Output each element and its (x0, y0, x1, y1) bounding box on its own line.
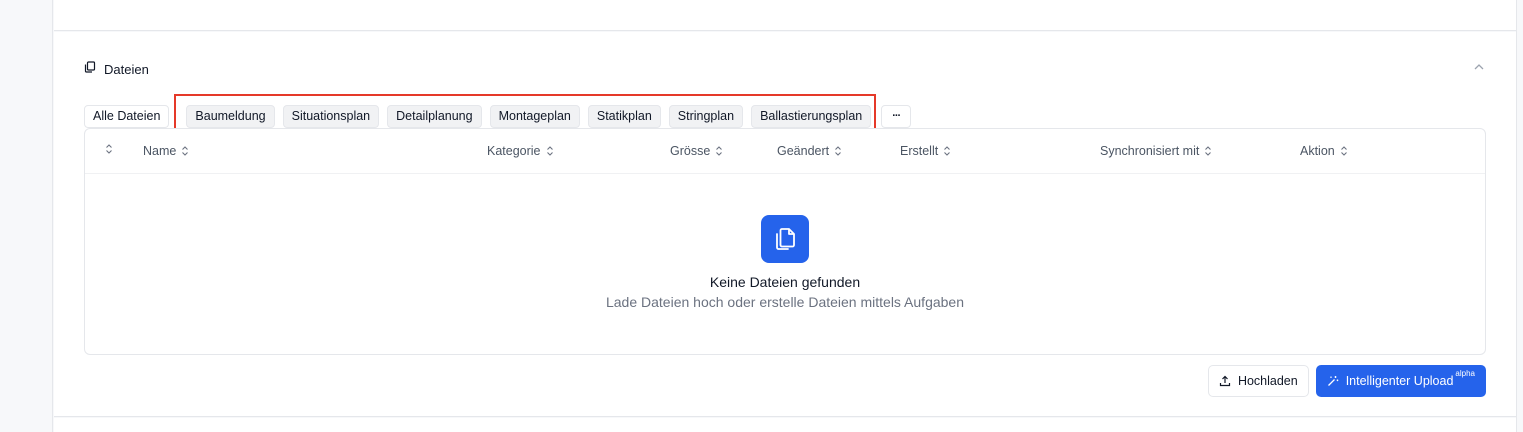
files-icon (84, 60, 96, 78)
left-rail (0, 0, 53, 432)
more-filters-button[interactable]: ··· (881, 105, 912, 128)
select-sort-icon[interactable] (105, 144, 113, 154)
sort-icon (944, 146, 951, 156)
column-header-aktion[interactable]: Aktion (1300, 144, 1348, 158)
upload-icon (1219, 375, 1231, 387)
column-label: Geändert (777, 144, 830, 158)
sort-icon (1205, 146, 1212, 156)
filter-detailplanung[interactable]: Detailplanung (387, 105, 482, 128)
column-label: Erstellt (900, 144, 939, 158)
filter-baumeldung[interactable]: Baumeldung (186, 105, 275, 128)
empty-state: Keine Dateien gefunden Lade Dateien hoch… (85, 215, 1485, 310)
files-section: Dateien Alle Dateien Baumeldung Situatio… (54, 32, 1516, 417)
filter-montageplan[interactable]: Montageplan (489, 105, 580, 128)
column-label: Kategorie (487, 144, 541, 158)
table-header: Name Kategorie Grösse Geändert Erstellt … (85, 129, 1485, 174)
right-rail (1516, 0, 1523, 432)
filter-situationsplan[interactable]: Situationsplan (282, 105, 380, 128)
section-title: Dateien (104, 61, 149, 77)
sort-icon (546, 146, 553, 156)
upload-button[interactable]: Hochladen (1207, 365, 1309, 397)
sort-icon (835, 146, 842, 156)
file-actions: Hochladen Intelligenter Uploadalpha (1207, 365, 1486, 397)
more-icon: ··· (892, 110, 901, 122)
chevron-up-icon[interactable] (1472, 60, 1486, 74)
alpha-badge: alpha (1455, 369, 1475, 379)
empty-files-icon (761, 215, 809, 263)
previous-section-card (54, 0, 1516, 31)
column-header-name[interactable]: Name (143, 144, 189, 158)
filter-stringplan[interactable]: Stringplan (668, 105, 744, 128)
column-header-geaendert[interactable]: Geändert (777, 144, 842, 158)
filter-all-files[interactable]: Alle Dateien (84, 105, 170, 128)
column-label: Aktion (1300, 144, 1335, 158)
column-header-erstellt[interactable]: Erstellt (900, 144, 951, 158)
next-section-card (54, 418, 1516, 432)
smart-upload-label: Intelligenter Upload (1345, 374, 1454, 389)
sort-icon (182, 146, 189, 156)
sort-icon (1340, 146, 1347, 156)
column-header-synchronisiert[interactable]: Synchronisiert mit (1100, 144, 1212, 158)
column-header-kategorie[interactable]: Kategorie (487, 144, 554, 158)
sort-icon (716, 146, 723, 156)
filter-ballastierungsplan[interactable]: Ballastierungsplan (751, 105, 872, 128)
column-label: Name (143, 144, 177, 158)
column-header-groesse[interactable]: Grösse (670, 144, 723, 158)
column-label: Grösse (670, 144, 711, 158)
upload-button-label: Hochladen (1237, 374, 1298, 388)
empty-state-subtitle: Lade Dateien hoch oder erstelle Dateien … (605, 294, 964, 310)
magic-wand-icon (1327, 376, 1339, 386)
section-header: Dateien (84, 60, 149, 78)
empty-state-title: Keine Dateien gefunden (709, 274, 861, 290)
smart-upload-button[interactable]: Intelligenter Uploadalpha (1315, 365, 1486, 397)
filter-statikplan[interactable]: Statikplan (587, 105, 661, 128)
files-table: Name Kategorie Grösse Geändert Erstellt … (84, 128, 1486, 355)
column-label: Synchronisiert mit (1100, 144, 1200, 158)
